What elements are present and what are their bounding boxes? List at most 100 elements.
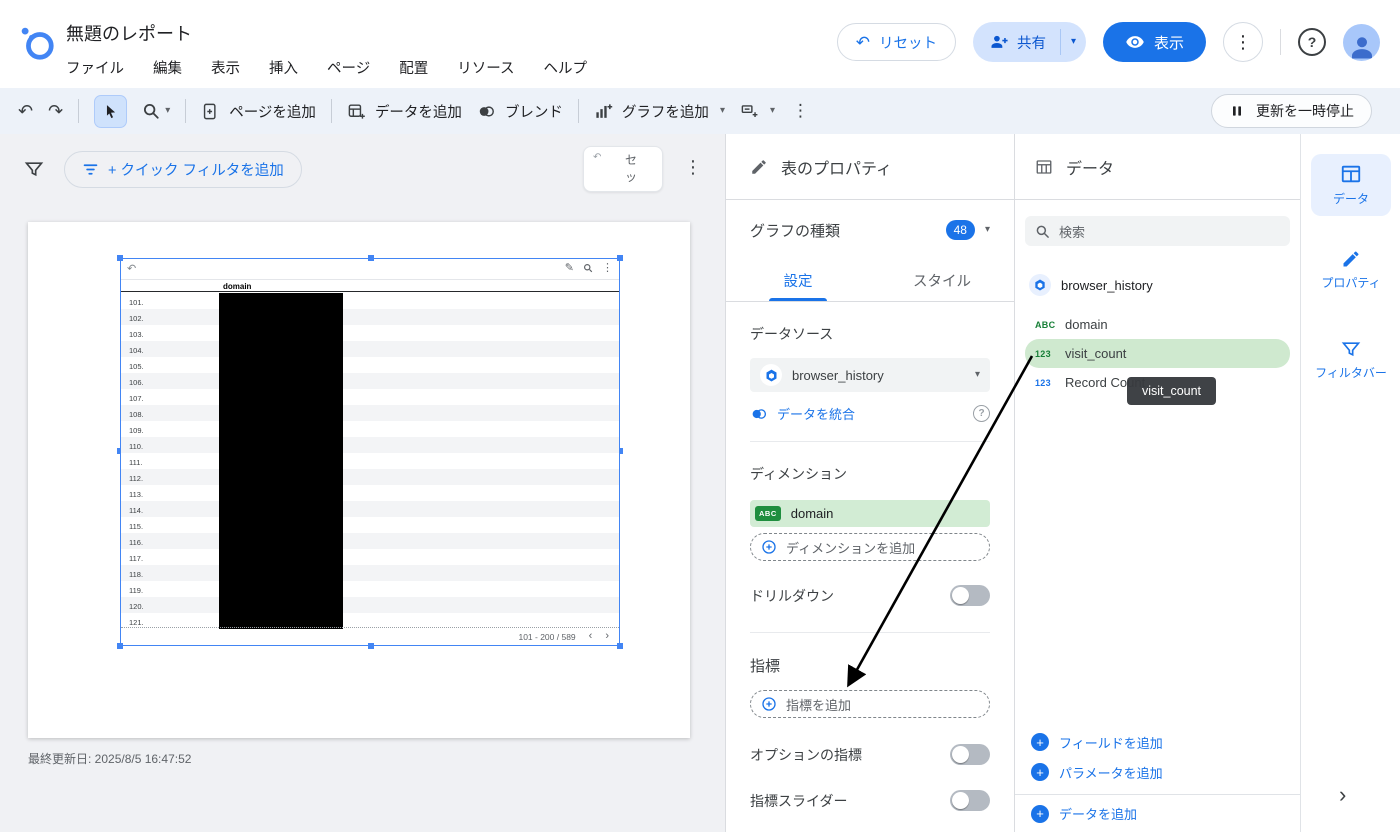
toolbar-more-button[interactable]: ⋮ [792,101,809,121]
help-icon[interactable]: ? [973,405,990,422]
field-domain[interactable]: ABC domain [1025,310,1290,339]
blend-button[interactable]: ブレンド [477,101,563,122]
table-row: 102. [121,309,619,325]
add-dimension-button[interactable]: ディメンションを追加 [750,533,990,561]
menu-リソース[interactable]: リソース [457,57,514,78]
menu-表示[interactable]: 表示 [211,57,240,78]
share-dropdown-button[interactable]: ▾ [1061,22,1086,62]
add-data-button[interactable]: + データを追加 [1015,795,1300,832]
dimension-chip-domain[interactable]: ABC domain [750,500,990,527]
table-row: 115. [121,517,619,533]
plus-circle-icon [761,696,777,712]
help-button[interactable]: ? [1298,28,1326,56]
tab-style[interactable]: スタイル [870,260,1014,301]
redacted-column [219,293,343,629]
properties-panel-header: 表のプロパティ [726,134,1014,200]
add-dimension-label: ディメンションを追加 [786,540,916,556]
redo-button[interactable]: ↷ [48,102,63,120]
row-number: 119. [129,586,144,595]
blend-icon [750,405,768,423]
header-more-button[interactable]: ⋮ [1223,22,1263,62]
field-name: domain [1065,317,1108,332]
data-source-name: browser_history [792,367,884,383]
add-field-label: フィールドを追加 [1059,735,1163,751]
chart-zoom-icon[interactable] [583,263,593,273]
column-header[interactable]: domain [223,282,251,291]
row-number: 105. [129,362,144,371]
add-data-button[interactable]: データを追加 [347,101,462,122]
chart-undo-icon[interactable]: ↶ [127,262,136,275]
properties-panel: 表のプロパティ グラフの種類 48 ▾ 設定 スタイル データソース brows… [725,134,1014,832]
add-parameter-button[interactable]: + パラメータを追加 [1015,757,1300,787]
zoom-tool-button[interactable]: ▾ [142,102,170,120]
data-panel-title: データ [1066,160,1115,178]
table-row: 110. [121,437,619,453]
collapse-panel-chevron[interactable]: › [1339,782,1346,808]
data-source-label: データソース [750,326,834,342]
chart-type-selector[interactable]: グラフの種類 48 ▾ [726,200,1014,260]
dimension-field-name: domain [790,506,834,521]
filter-icon[interactable] [24,159,44,179]
rail-tab-filter-bar[interactable]: フィルタバー [1311,330,1391,390]
row-number: 102. [129,314,144,323]
chevron-down-icon: ▾ [1070,36,1076,47]
tab-setup[interactable]: 設定 [726,260,870,301]
menu-ヘルプ[interactable]: ヘルプ [544,57,588,78]
add-metric-label: 指標を追加 [786,697,852,713]
filter-bar-more-button[interactable]: ⋮ [684,157,702,178]
reset-button[interactable]: ↶ リセット [836,23,956,61]
table-row: 103. [121,325,619,341]
drilldown-toggle[interactable] [950,585,990,606]
canvas-area: + クイック フィルタを追加 ↶ セ ッ ⋮ ↶ ✎ ⋮ domain 101.… [0,134,725,832]
metric-slider-toggle[interactable] [950,790,990,811]
select-tool-button[interactable] [94,94,128,128]
undo-icon: ↶ [855,32,870,52]
menu-編集[interactable]: 編集 [153,57,182,78]
field-type-icon: ABC [1035,319,1056,330]
menu-挿入[interactable]: 挿入 [269,57,298,78]
chart-edit-icon[interactable]: ✎ [565,261,574,274]
undo-icon: ↶ [593,152,602,163]
undo-button[interactable]: ↶ [18,102,33,120]
user-avatar[interactable] [1343,23,1380,61]
rail-tab-properties[interactable]: プロパティ [1311,240,1391,300]
report-page[interactable]: ↶ ✎ ⋮ domain 101. 102. 103. 104. 105. 10… [28,222,690,738]
add-control-button[interactable]: ▾ [740,102,775,121]
view-button[interactable]: 表示 [1102,22,1206,62]
add-page-button[interactable]: ページを追加 [201,101,316,122]
table-chart[interactable]: ↶ ✎ ⋮ domain 101. 102. 103. 104. 105. 10… [117,255,623,649]
row-number: 118. [129,570,144,579]
table-grid-icon [1035,158,1053,176]
menu-配置[interactable]: 配置 [399,57,428,78]
data-source-item[interactable]: browser_history [1015,270,1300,300]
optional-metrics-toggle[interactable] [950,744,990,765]
data-source-selector[interactable]: browser_history ▾ [750,358,990,392]
prev-page-icon[interactable]: ‹ [589,631,593,642]
search-input[interactable]: 検索 [1025,216,1290,246]
table-row: 104. [121,341,619,357]
add-chart-button[interactable]: グラフを追加 ▾ [594,101,725,122]
more-vert-icon: ⋮ [1234,31,1252,52]
search-icon [1035,224,1050,239]
share-button[interactable]: 共有 ▾ [972,22,1086,62]
field-type-icon: 123 [1035,348,1051,359]
table-row: 113. [121,485,619,501]
pause-updates-button[interactable]: 更新を一時停止 [1211,94,1372,128]
chart-more-icon[interactable]: ⋮ [602,261,613,274]
add-field-button[interactable]: + フィールドを追加 [1015,727,1300,757]
undo-icon: ↶ [18,101,34,121]
add-data-label: データを追加 [1059,807,1138,822]
blend-data-link[interactable]: データを統合 [777,404,855,423]
next-page-icon[interactable]: › [605,631,609,642]
looker-studio-logo[interactable] [18,24,56,62]
report-title[interactable]: 無題のレポート [66,20,587,46]
menu-ページ[interactable]: ページ [327,57,370,78]
field-visit-count[interactable]: 123 visit_count [1025,339,1290,368]
add-metric-button[interactable]: 指標を追加 [750,690,990,718]
add-quick-filter-button[interactable]: + クイック フィルタを追加 [64,151,302,188]
date-range-control[interactable]: ↶ セ ッ [583,146,663,192]
menu-ファイル[interactable]: ファイル [66,57,124,78]
filter-list-icon [82,161,99,178]
drilldown-label: ドリルダウン [750,587,834,604]
rail-tab-data[interactable]: データ [1311,154,1391,217]
